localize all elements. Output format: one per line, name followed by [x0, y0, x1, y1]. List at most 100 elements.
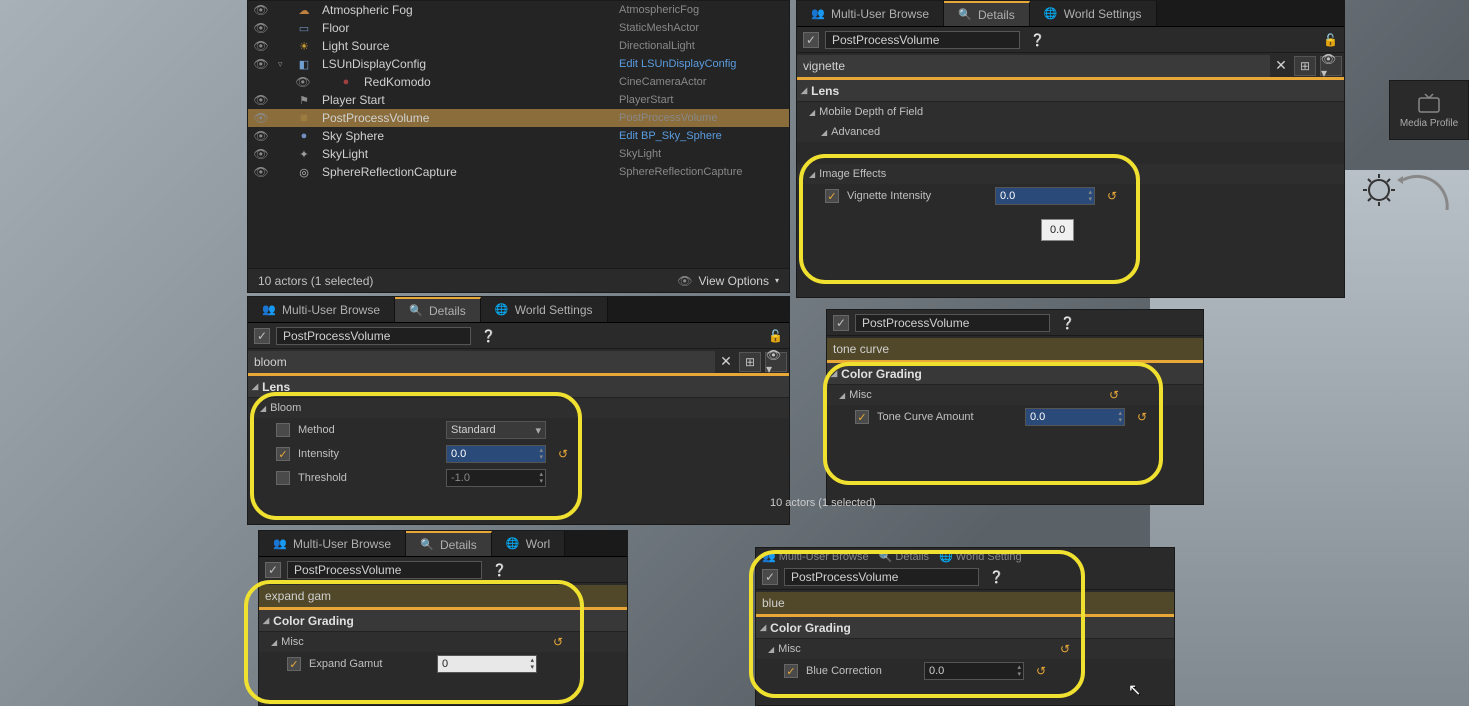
reset-icon[interactable]: ↺: [1107, 189, 1117, 203]
outliner-row[interactable]: 👁●RedKomodoCineCameraActor: [248, 73, 789, 91]
category-colorgrading[interactable]: ◢Color Grading: [259, 610, 627, 632]
visibility-eye-icon[interactable]: 👁: [252, 165, 270, 179]
visibility-eye-icon[interactable]: 👁: [294, 75, 312, 89]
visibility-eye-icon[interactable]: 👁: [252, 21, 270, 35]
reset-icon[interactable]: ↺: [1137, 410, 1147, 424]
threshold-override-checkbox[interactable]: [276, 471, 290, 485]
expandgamut-value-input[interactable]: 0▴▾: [437, 655, 537, 673]
visibility-eye-icon[interactable]: 👁: [252, 93, 270, 107]
outliner-row[interactable]: 👁☀Light SourceDirectionalLight: [248, 37, 789, 55]
visibility-eye-icon[interactable]: 👁: [252, 147, 270, 161]
tonecurve-override-checkbox[interactable]: [855, 410, 869, 424]
object-name-input[interactable]: [855, 314, 1050, 332]
tab-multiuser[interactable]: 👥Multi-User Browse: [797, 1, 944, 26]
search-input[interactable]: [827, 338, 1203, 360]
filter-eye-button[interactable]: 👁▾: [765, 352, 787, 372]
category-lens[interactable]: ◢Lens: [797, 80, 1344, 102]
tab-details[interactable]: 🔍Details: [944, 1, 1030, 26]
method-dropdown[interactable]: Standard: [446, 421, 546, 439]
tab-world-settings[interactable]: 🌐World Settings: [1030, 1, 1157, 26]
visibility-eye-icon[interactable]: 👁: [252, 39, 270, 53]
help-icon[interactable]: ❔: [1030, 33, 1045, 47]
object-name-input[interactable]: [287, 561, 482, 579]
intensity-override-checkbox[interactable]: [276, 447, 290, 461]
object-name-input[interactable]: [276, 327, 471, 345]
vignette-override-checkbox[interactable]: [825, 189, 839, 203]
actor-type[interactable]: Edit BP_Sky_Sphere: [619, 130, 789, 142]
object-checkbox[interactable]: ✓: [803, 32, 819, 48]
tab-multiuser[interactable]: 👥Multi-User Browse: [259, 531, 406, 556]
outliner-row[interactable]: 👁●Sky SphereEdit BP_Sky_Sphere: [248, 127, 789, 145]
tab-details[interactable]: 🔍Details: [395, 297, 481, 322]
subcategory-misc[interactable]: ◢Misc↺: [756, 639, 1174, 659]
help-icon[interactable]: ❔: [481, 329, 496, 343]
actor-count-cut: 10 actors (1 selected): [770, 497, 876, 509]
outliner-row[interactable]: 👁▿◧LSUnDisplayConfigEdit LSUnDisplayConf…: [248, 55, 789, 73]
filter-eye-button[interactable]: 👁▾: [1320, 56, 1342, 76]
subcategory-imagefx[interactable]: ◢Image Effects: [797, 164, 1344, 184]
outliner-row[interactable]: 👁◙PostProcessVolumePostProcessVolume: [248, 109, 789, 127]
reset-icon[interactable]: ↺: [553, 635, 563, 649]
reset-icon[interactable]: ↺: [558, 447, 568, 461]
property-matrix-button[interactable]: ⊞: [1294, 56, 1316, 76]
tab-world-settings[interactable]: 🌐World Settings: [481, 297, 608, 322]
visibility-eye-icon[interactable]: 👁: [252, 111, 270, 125]
object-checkbox[interactable]: ✓: [254, 328, 270, 344]
tab-details[interactable]: 🔍Details: [406, 531, 492, 556]
intensity-value-input[interactable]: 0.0▴▾: [446, 445, 546, 463]
sun-angle-widget[interactable]: [1359, 170, 1449, 250]
search-input[interactable]: [756, 592, 1174, 614]
search-input[interactable]: [248, 351, 715, 373]
subcategory-advanced[interactable]: ◢Advanced: [797, 122, 1344, 142]
clear-search-button[interactable]: ✕: [715, 353, 737, 370]
help-icon[interactable]: ❔: [492, 563, 507, 577]
reset-icon[interactable]: ↺: [1060, 642, 1070, 656]
subcategory-misc[interactable]: ◢Misc↺: [827, 385, 1203, 405]
view-options-button[interactable]: 👁 View Options ▾: [677, 274, 779, 288]
search-input[interactable]: [259, 585, 627, 607]
outliner-row[interactable]: 👁✦SkyLightSkyLight: [248, 145, 789, 163]
help-icon[interactable]: ❔: [989, 570, 1004, 584]
object-checkbox[interactable]: ✓: [833, 315, 849, 331]
category-lens[interactable]: ◢Lens: [248, 376, 789, 398]
method-override-checkbox[interactable]: [276, 423, 290, 437]
visibility-eye-icon[interactable]: 👁: [252, 129, 270, 143]
expand-arrow-icon[interactable]: ▿: [278, 59, 288, 70]
bluecorr-override-checkbox[interactable]: [784, 664, 798, 678]
reset-icon[interactable]: ↺: [1109, 388, 1119, 402]
object-name-input[interactable]: [825, 31, 1020, 49]
tab-world-settings[interactable]: 🌐Worl: [492, 531, 565, 556]
subcategory-misc[interactable]: ◢Misc↺: [259, 632, 627, 652]
reset-icon[interactable]: ↺: [1036, 664, 1046, 678]
vignette-value-input[interactable]: 0.0▴▾: [995, 187, 1095, 205]
prop-expand-gamut: Expand Gamut 0▴▾: [259, 652, 627, 676]
object-checkbox[interactable]: ✓: [265, 562, 281, 578]
subcategory-bloom[interactable]: ◢Bloom: [248, 398, 789, 418]
media-profile-button[interactable]: Media Profile: [1389, 80, 1469, 140]
object-name-input[interactable]: [784, 568, 979, 586]
bluecorr-value-input[interactable]: 0.0▴▾: [924, 662, 1024, 680]
tonecurve-value-input[interactable]: 0.0▴▾: [1025, 408, 1125, 426]
outliner-row[interactable]: 👁⚑Player StartPlayerStart: [248, 91, 789, 109]
category-colorgrading[interactable]: ◢Color Grading: [827, 363, 1203, 385]
visibility-eye-icon[interactable]: 👁: [252, 3, 270, 17]
object-checkbox[interactable]: ✓: [762, 569, 778, 585]
outliner-row[interactable]: 👁☁Atmospheric FogAtmosphericFog: [248, 1, 789, 19]
visibility-eye-icon[interactable]: 👁: [252, 57, 270, 71]
category-colorgrading[interactable]: ◢Color Grading: [756, 617, 1174, 639]
clear-search-button[interactable]: ✕: [1270, 57, 1292, 74]
actor-type: StaticMeshActor: [619, 22, 789, 34]
actor-type[interactable]: Edit LSUnDisplayConfig: [619, 58, 789, 70]
lock-icon[interactable]: 🔓: [1323, 33, 1338, 47]
threshold-value-input[interactable]: -1.0▴▾: [446, 469, 546, 487]
subcategory-mdof[interactable]: ◢Mobile Depth of Field: [797, 102, 1344, 122]
tab-multiuser[interactable]: 👥Multi-User Browse: [248, 297, 395, 322]
help-icon[interactable]: ❔: [1060, 316, 1075, 330]
actor-type-icon: ◙: [296, 110, 312, 126]
outliner-row[interactable]: 👁▭FloorStaticMeshActor: [248, 19, 789, 37]
expandgamut-override-checkbox[interactable]: [287, 657, 301, 671]
search-input[interactable]: [797, 55, 1270, 77]
property-matrix-button[interactable]: ⊞: [739, 352, 761, 372]
lock-icon[interactable]: 🔓: [768, 329, 783, 343]
outliner-row[interactable]: 👁◎SphereReflectionCaptureSphereReflectio…: [248, 163, 789, 181]
